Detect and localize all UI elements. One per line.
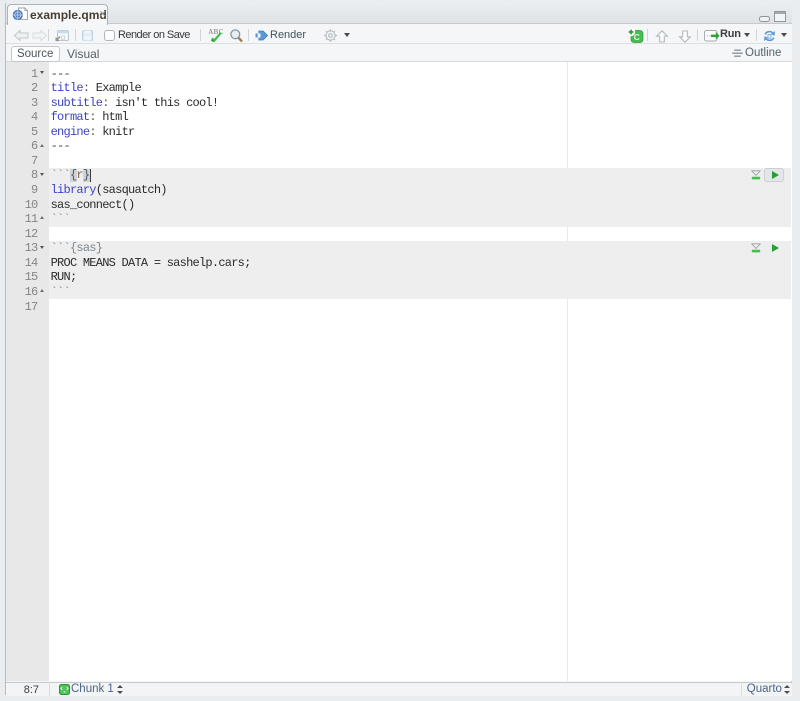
- svg-text:ABC: ABC: [208, 28, 224, 36]
